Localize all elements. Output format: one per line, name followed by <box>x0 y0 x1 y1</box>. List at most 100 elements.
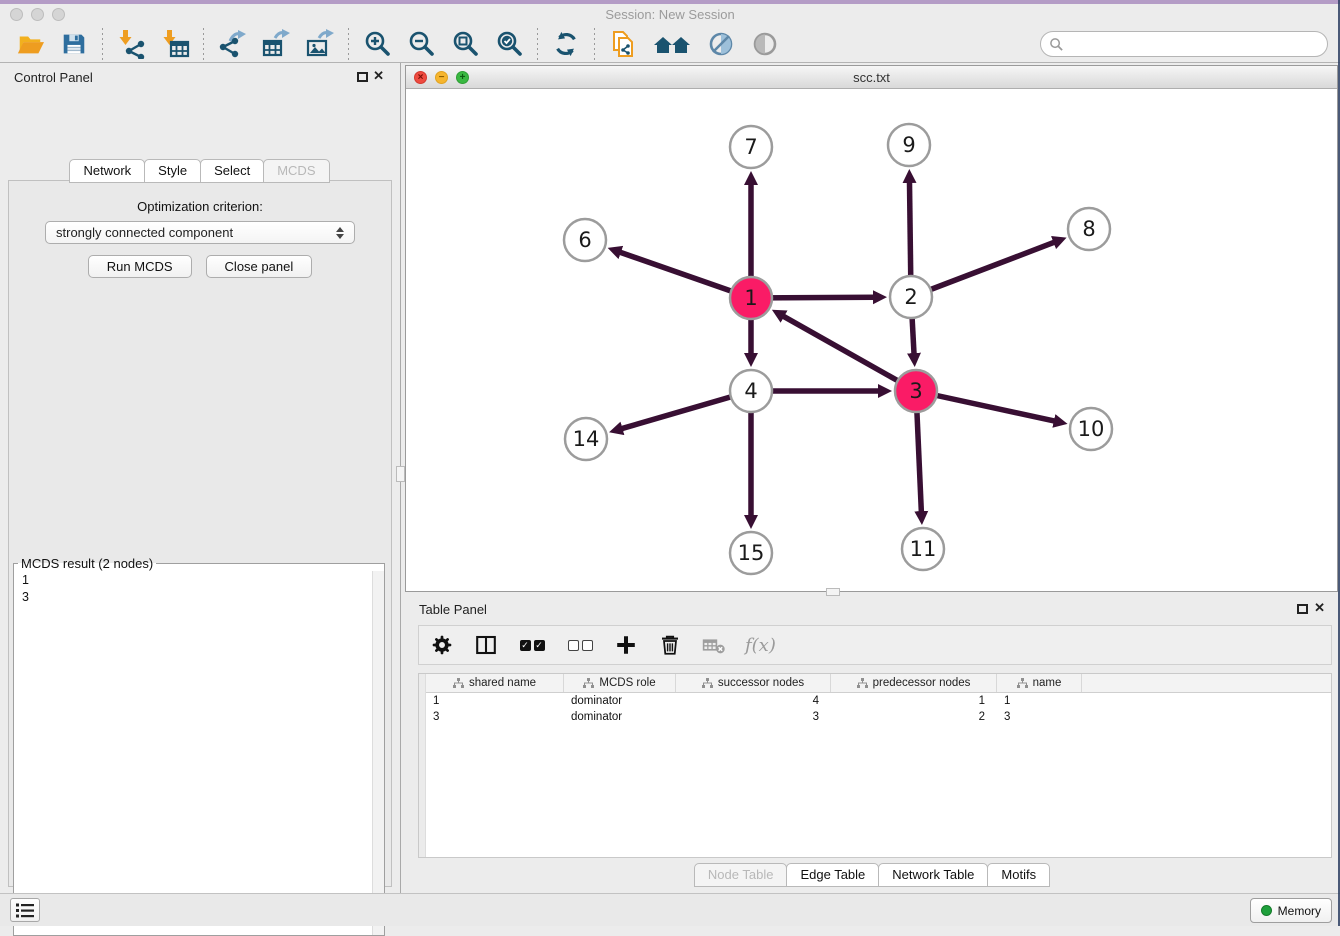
table-cell[interactable]: 2 <box>831 709 997 725</box>
optimization-select[interactable]: strongly connected component <box>45 221 355 244</box>
svg-text:10: 10 <box>1078 417 1105 441</box>
delete-column-trash-icon[interactable] <box>657 632 683 658</box>
memory-label: Memory <box>1278 904 1321 918</box>
close-panel-button[interactable]: Close panel <box>206 255 313 278</box>
graph-edge-3-1[interactable] <box>782 316 916 391</box>
graph-edge-2-8[interactable] <box>911 242 1055 297</box>
table-cell[interactable]: dominator <box>564 693 676 709</box>
table-cell[interactable]: 3 <box>997 709 1082 725</box>
create-column-plus-icon[interactable] <box>613 632 639 658</box>
tab-style[interactable]: Style <box>144 159 201 183</box>
float-panel-icon[interactable] <box>357 72 368 82</box>
node-table-body: 1dominator4113dominator323 <box>426 693 1331 857</box>
show-all-icon[interactable] <box>750 29 780 59</box>
toolbar-separator <box>102 28 103 60</box>
table-cell[interactable]: 4 <box>676 693 831 709</box>
close-panel-icon[interactable]: ✕ <box>373 69 384 83</box>
table-row[interactable]: 3dominator323 <box>426 709 1331 725</box>
show-column-panel-icon[interactable] <box>473 632 499 658</box>
tab-mcds[interactable]: MCDS <box>263 159 329 183</box>
close-table-panel-icon[interactable]: ✕ <box>1314 601 1325 615</box>
zoom-fit-icon[interactable] <box>450 29 480 59</box>
graph-node-11[interactable]: 11 <box>902 528 944 570</box>
run-mcds-button[interactable]: Run MCDS <box>88 255 192 278</box>
export-network-icon[interactable] <box>217 29 247 59</box>
search-field[interactable] <box>1040 31 1328 57</box>
svg-text:11: 11 <box>910 537 937 561</box>
table-panel: Table Panel ✕ ✓✓ f(x) shared nameMCDS ro… <box>405 595 1340 893</box>
export-image-icon[interactable] <box>305 29 335 59</box>
svg-text:2: 2 <box>904 285 917 309</box>
graph-node-8[interactable]: 8 <box>1068 208 1110 250</box>
tab-select[interactable]: Select <box>200 159 264 183</box>
network-canvas[interactable]: 7 9 6 8 1 2 4 3 14 10 15 11 <box>406 89 1337 591</box>
open-session-icon[interactable] <box>15 29 45 59</box>
table-cell[interactable]: 3 <box>426 709 564 725</box>
graph-node-2[interactable]: 2 <box>890 276 932 318</box>
save-session-icon[interactable] <box>59 29 89 59</box>
graph-node-6[interactable]: 6 <box>564 219 606 261</box>
main-toolbar <box>0 26 1340 63</box>
tab-network[interactable]: Network <box>69 159 145 183</box>
toolbar-separator <box>203 28 204 60</box>
graph-node-3[interactable]: 3 <box>895 370 937 412</box>
graph-node-1[interactable]: 1 <box>730 277 772 319</box>
graph-node-14[interactable]: 14 <box>565 418 607 460</box>
horizontal-splitter-grip[interactable] <box>826 588 840 596</box>
unselect-all-columns-icon[interactable] <box>565 632 595 658</box>
graph-node-7[interactable]: 7 <box>730 126 772 168</box>
network-window-titlebar[interactable]: × − + scc.txt <box>406 66 1337 89</box>
table-cell[interactable]: 3 <box>676 709 831 725</box>
column-header-name[interactable]: name <box>997 674 1082 692</box>
delete-table-icon[interactable] <box>701 632 727 658</box>
control-panel: Control Panel ✕ NetworkStyleSelectMCDS O… <box>0 63 401 893</box>
first-neighbors-icon[interactable] <box>652 29 692 59</box>
select-all-columns-icon[interactable]: ✓✓ <box>517 632 547 658</box>
table-panel-header: Table Panel ✕ <box>405 595 1340 623</box>
tab-edge-table[interactable]: Edge Table <box>786 863 879 887</box>
vertical-splitter-grip[interactable] <box>396 466 405 482</box>
svg-text:1: 1 <box>744 286 757 310</box>
result-scrollbar[interactable] <box>372 571 384 935</box>
function-builder-icon[interactable]: f(x) <box>745 635 776 656</box>
search-icon <box>1049 37 1064 52</box>
table-cell[interactable]: 1 <box>831 693 997 709</box>
tab-node-table[interactable]: Node Table <box>694 863 788 887</box>
graph-node-9[interactable]: 9 <box>888 124 930 166</box>
zoom-selected-icon[interactable] <box>494 29 524 59</box>
import-table-icon[interactable] <box>160 29 190 59</box>
tab-motifs[interactable]: Motifs <box>987 863 1050 887</box>
table-cell[interactable]: 1 <box>997 693 1082 709</box>
task-history-button[interactable] <box>10 898 40 922</box>
column-header-shared-name[interactable]: shared name <box>426 674 564 692</box>
zoom-in-icon[interactable] <box>362 29 392 59</box>
svg-text:14: 14 <box>573 427 600 451</box>
table-cell[interactable]: dominator <box>564 709 676 725</box>
column-header-predecessor-nodes[interactable]: predecessor nodes <box>831 674 997 692</box>
tab-network-table[interactable]: Network Table <box>878 863 988 887</box>
table-tabs: Node TableEdge TableNetwork TableMotifs <box>405 863 1340 887</box>
graph-svg: 7 9 6 8 1 2 4 3 14 10 15 11 <box>406 89 1337 591</box>
graph-node-4[interactable]: 4 <box>730 370 772 412</box>
svg-text:4: 4 <box>744 379 757 403</box>
graph-node-15[interactable]: 15 <box>730 532 772 574</box>
table-settings-gear-icon[interactable] <box>429 632 455 658</box>
table-row[interactable]: 1dominator411 <box>426 693 1331 709</box>
toolbar-separator <box>537 28 538 60</box>
hide-selected-icon[interactable] <box>706 29 736 59</box>
clone-network-icon[interactable] <box>608 29 638 59</box>
status-bar: Memory <box>0 893 1340 926</box>
zoom-out-icon[interactable] <box>406 29 436 59</box>
node-table[interactable]: shared nameMCDS rolesuccessor nodesprede… <box>418 673 1332 858</box>
search-input[interactable] <box>1064 34 1327 54</box>
table-cell[interactable]: 1 <box>426 693 564 709</box>
column-header-mcds-role[interactable]: MCDS role <box>564 674 676 692</box>
column-header-successor-nodes[interactable]: successor nodes <box>676 674 831 692</box>
refresh-icon[interactable] <box>551 29 581 59</box>
graph-node-10[interactable]: 10 <box>1070 408 1112 450</box>
memory-button[interactable]: Memory <box>1250 898 1332 923</box>
import-network-icon[interactable] <box>116 29 146 59</box>
export-table-icon[interactable] <box>261 29 291 59</box>
float-table-panel-icon[interactable] <box>1297 604 1308 614</box>
list-icon <box>16 903 34 918</box>
